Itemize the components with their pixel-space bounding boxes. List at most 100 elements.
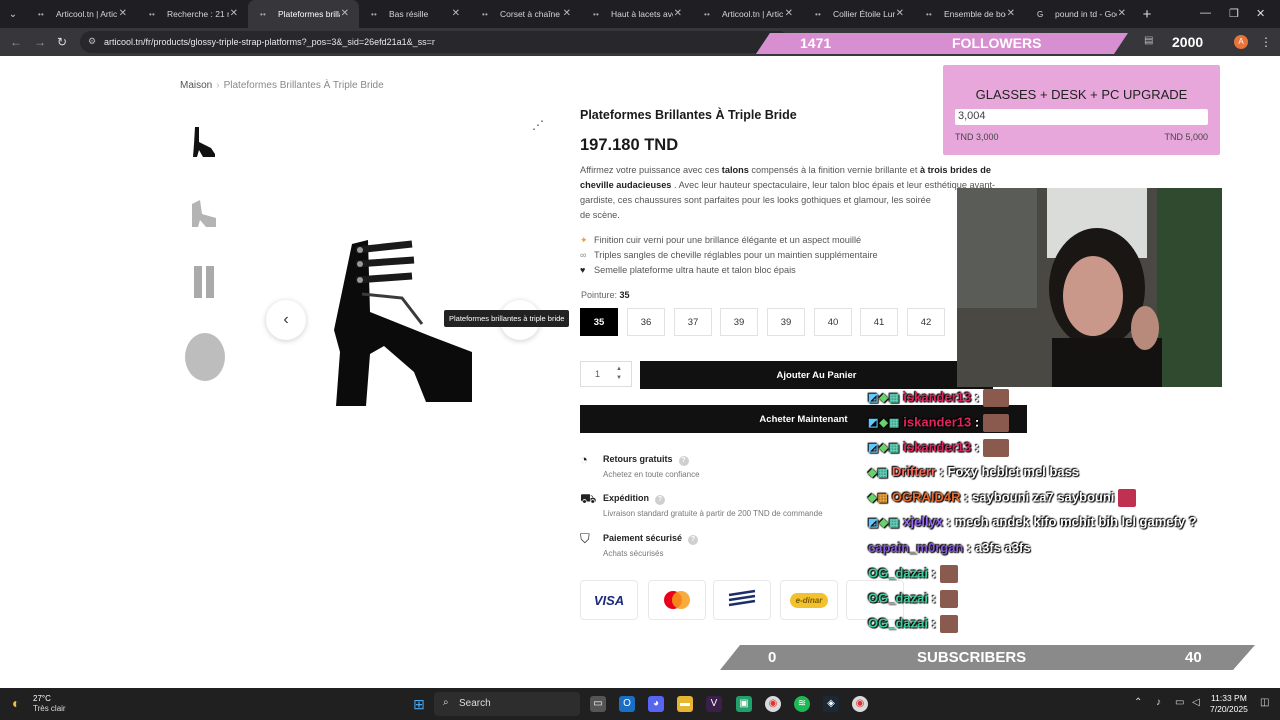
task-view-icon[interactable]: ▭ [590,696,606,712]
quantity-stepper[interactable]: 1 ▲ ▼ [580,361,632,387]
feature-3: ♥ Semelle plateforme ultra haute et talon… [580,265,796,275]
close-tab-icon[interactable]: ✕ [896,8,904,19]
tab-5[interactable]: • • Corset à chaîne e ✕ [470,0,581,28]
url-text: articool.tn/fr/products/glossy-triple-st… [104,37,435,47]
close-tab-icon[interactable]: ✕ [674,8,682,19]
tab-1[interactable]: • • Articool.tn | Artic ✕ [26,0,137,28]
close-tab-icon[interactable]: ✕ [563,8,571,19]
info-title: Retours gratuits? [603,454,689,466]
profile-avatar[interactable]: A [1234,35,1248,49]
forward-icon[interactable]: → [34,35,46,49]
app-green-icon[interactable]: ▣ [736,696,752,712]
info-subtitle: Achetez en toute confiance [603,470,700,479]
windows-start-icon[interactable]: ⊞ [411,696,427,712]
tab-4[interactable]: • • Bas résille ✕ [359,0,470,28]
clock-date: 7/20/2025 [1210,704,1248,714]
tab-10[interactable]: Gpound in td - Goo ✕ [1025,0,1136,28]
restore-icon[interactable]: ❐ [1229,7,1239,20]
tab-6[interactable]: • •Haut à lacets avec✕ [581,0,692,28]
add-to-cart-button[interactable]: Ajouter Au Panier [640,361,993,389]
help-icon[interactable]: ? [655,495,666,505]
favicon-icon: • • [815,10,821,19]
discord-icon[interactable]: ◕ [648,696,664,712]
shoe-thumbnail-image [185,333,225,381]
chat-badges-icon: ◆▦ [868,467,889,479]
url-input[interactable]: ⚙ articool.tn/fr/products/glossy-triple-… [80,31,790,53]
description-text: Affirmez votre puissance avec ces [580,165,722,175]
chrome-icon[interactable]: ◉ [765,696,781,712]
size-option-36[interactable]: 36 [627,308,665,336]
tab-7[interactable]: • • Articool.tn | Artic ✕ [692,0,803,28]
notification-icon[interactable]: ◫ [1260,697,1269,708]
thumbnail-4[interactable] [180,318,228,388]
favicon-icon: • • [482,10,488,19]
network-icon[interactable]: ▭ [1175,697,1184,708]
close-tab-icon[interactable]: ✕ [785,8,793,19]
thumbnail-2[interactable] [180,179,228,245]
shoe-thumbnail-image [194,266,214,298]
subscribers-goal: 40 [1185,649,1202,666]
favicon-icon: • • [149,10,155,19]
stepper-arrows-icon[interactable]: ▲ ▼ [616,365,622,383]
app-icon[interactable]: V [706,696,722,712]
tab-3-active[interactable]: • • Plateformes brilla ✕ [248,0,359,28]
back-icon[interactable]: ← [10,35,22,49]
steam-icon[interactable]: ◈ [823,696,839,712]
taskbar-search[interactable]: ⌕ Search [434,692,580,716]
outlook-icon[interactable]: O [619,696,635,712]
chat-separator: : [960,489,969,505]
info-title: Expédition? [603,493,666,505]
extensions-icon[interactable]: ▤ [1144,35,1153,46]
minimize-icon[interactable]: — [1200,7,1211,19]
spotify-icon[interactable]: ≋ [794,696,810,712]
chat-username: iskander13 [903,414,972,430]
chat-username: xjellyx [903,514,944,529]
reload-icon[interactable]: ↻ [57,35,67,49]
quantity-value: 1 [595,369,601,379]
breadcrumb-home[interactable]: Maison [180,80,212,91]
close-tab-icon[interactable]: ✕ [452,8,460,19]
chat-emote [1118,489,1137,507]
size-option-41[interactable]: 41 [860,308,898,336]
chat-separator: : [971,439,980,455]
close-tab-icon[interactable]: ✕ [341,8,349,19]
tab-8[interactable]: • •Collier Étoile Lune✕ [803,0,914,28]
chat-separator: : [927,615,936,631]
help-icon[interactable]: ? [678,456,689,466]
size-option-37[interactable]: 37 [674,308,712,336]
tab-9[interactable]: • • Ensemble de bod ✕ [914,0,1025,28]
size-option-38[interactable]: 39 [720,308,758,336]
close-tab-icon[interactable]: ✕ [230,8,238,19]
returns-icon: ◔ [580,452,588,467]
size-option-40[interactable]: 40 [814,308,852,336]
chat-separator: : [971,414,980,430]
new-tab-button[interactable]: + [1136,6,1158,23]
share-icon[interactable]: ⋰ [532,118,544,132]
size-option-39[interactable]: 39 [767,308,805,336]
chat-message: OG_dazai : [868,565,958,583]
help-icon[interactable]: ? [688,535,699,545]
microphone-icon[interactable]: ♪ [1156,697,1161,708]
thumbnail-3[interactable] [180,249,228,315]
tab-2[interactable]: • • Recherche : 21 ré ✕ [137,0,248,28]
thumbnail-1[interactable] [180,109,228,175]
prev-image-button[interactable]: ‹ [266,300,306,340]
size-option-35[interactable]: 35 [580,308,618,336]
chrome-active-icon[interactable]: ◉ [852,696,868,712]
close-tab-icon[interactable]: ✕ [1118,8,1126,19]
chat-emote [982,439,1009,457]
menu-icon[interactable]: ⋮ [1260,35,1272,49]
file-explorer-icon[interactable]: ▬ [677,696,693,712]
close-window-icon[interactable]: ✕ [1256,7,1265,20]
info-title-text: Paiement sécurisé [603,533,683,543]
site-info-icon[interactable]: ⚙ [88,36,96,47]
volume-icon[interactable]: ◁ [1192,697,1200,708]
close-tab-icon[interactable]: ✕ [1007,8,1015,19]
favicon-icon: • • [38,10,44,19]
tab-search-icon[interactable]: ⌄ [0,0,26,28]
taskbar-clock[interactable]: 11:33 PM 7/20/2025 [1210,693,1248,715]
tray-chevron-icon[interactable]: ⌃ [1134,697,1142,708]
weather-sun-icon: ◐ [12,695,21,711]
size-option-42[interactable]: 42 [907,308,945,336]
close-tab-icon[interactable]: ✕ [119,8,127,19]
